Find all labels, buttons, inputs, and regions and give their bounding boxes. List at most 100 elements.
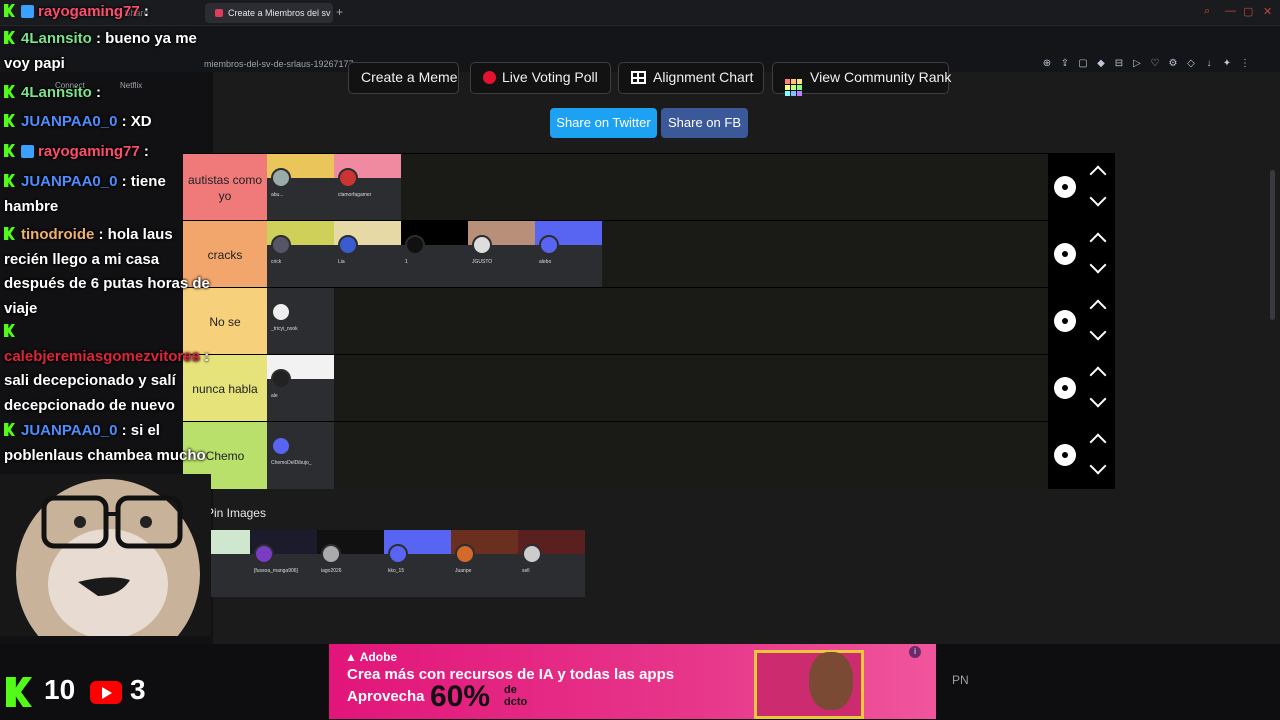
- menu-icon[interactable]: ⋮: [1236, 58, 1254, 69]
- close-icon[interactable]: ✕: [1263, 5, 1272, 18]
- ad-brand: ▲ Adobe: [345, 650, 398, 664]
- gear-icon[interactable]: [1054, 243, 1076, 265]
- share-twitter-button[interactable]: Share on Twitter: [550, 108, 657, 138]
- gear-icon[interactable]: [1054, 444, 1076, 466]
- bookmark-icon[interactable]: ⊟: [1110, 58, 1128, 69]
- pool-card[interactable]: Juanpe: [451, 530, 518, 597]
- shield-icon[interactable]: ◆: [1092, 58, 1110, 69]
- screen: ocu... tool for Share Create a Miembros …: [0, 0, 1280, 720]
- card-username: kko_15: [388, 568, 405, 574]
- zoom-icon[interactable]: ⊕: [1038, 58, 1056, 69]
- browser-tab-active[interactable]: Create a Miembros del sv: [205, 3, 333, 23]
- url-field[interactable]: miembros-del-sv-de-srlaus-19267177: [204, 59, 354, 69]
- pn-label: PN: [952, 673, 969, 687]
- live-voting-button[interactable]: Live Voting Poll: [470, 62, 611, 94]
- chat-username[interactable]: JUANPAA0_0: [21, 173, 117, 190]
- chat-username[interactable]: 4Lannsito: [21, 30, 92, 47]
- move-down-icon[interactable]: [1089, 256, 1107, 274]
- new-tab-icon[interactable]: +: [336, 5, 343, 19]
- screenshot-icon[interactable]: ▢: [1074, 58, 1092, 69]
- scrollbar[interactable]: [1270, 170, 1275, 320]
- card-username: ChemoDelDibujo_: [271, 460, 312, 466]
- tier-row: cracks crick Lia 1 JGUSTO alebo: [183, 220, 1115, 288]
- chat-username[interactable]: JUANPAA0_0: [21, 422, 117, 439]
- kick-badge-icon: [4, 4, 15, 17]
- create-meme-button[interactable]: Create a Meme: [348, 62, 459, 94]
- gear-icon[interactable]: [1054, 377, 1076, 399]
- tier-controls: [1048, 221, 1115, 288]
- move-up-icon[interactable]: [1089, 433, 1107, 451]
- kick-badge-icon: [4, 174, 15, 187]
- tier-card[interactable]: Lia: [334, 221, 401, 288]
- tier-card[interactable]: 1: [401, 221, 468, 288]
- community-rank-button[interactable]: View Community Rank: [772, 62, 952, 96]
- move-down-icon[interactable]: [1089, 323, 1107, 341]
- pool-card[interactable]: kko_15: [384, 530, 451, 597]
- maximize-icon[interactable]: ▢: [1243, 5, 1253, 18]
- chat-username[interactable]: tinodroide: [21, 226, 94, 243]
- chat-message: JUANPAA0_0 : XD: [4, 110, 216, 135]
- search-icon[interactable]: ⌕: [1204, 5, 1210, 18]
- ad-info-icon[interactable]: i: [909, 646, 921, 658]
- card-avatar: [271, 369, 291, 389]
- tier-card[interactable]: ale: [267, 355, 334, 422]
- tier-card[interactable]: ChemoDelDibujo_: [267, 422, 334, 489]
- card-username: [fussoa_manga906]: [254, 568, 298, 574]
- card-username: sell: [522, 568, 530, 574]
- move-up-icon[interactable]: [1089, 232, 1107, 250]
- chat-message: 4Lannsito :: [4, 81, 216, 106]
- adobe-ad-banner[interactable]: ▲ Adobe Crea más con recursos de IA y to…: [329, 644, 936, 719]
- kick-badge-icon: [4, 324, 15, 337]
- move-down-icon[interactable]: [1089, 189, 1107, 207]
- tier-card[interactable]: clamorfagamer: [334, 154, 401, 221]
- pin-images-label: Pin Images: [205, 506, 266, 520]
- chat-message: JUANPAA0_0 : tiene hambre: [4, 170, 216, 219]
- share-icon[interactable]: ⇪: [1056, 58, 1074, 69]
- card-username: ale: [271, 393, 278, 399]
- chat-username[interactable]: JUANPAA0_0: [21, 113, 117, 130]
- share-facebook-button[interactable]: Share on FB: [661, 108, 748, 138]
- ad-headline: Crea más con recursos de IA y todas las …: [347, 666, 675, 683]
- tier-card[interactable]: alebo: [535, 221, 602, 288]
- card-avatar: [338, 168, 358, 188]
- chat-username[interactable]: 4Lannsito: [21, 84, 92, 101]
- download-icon[interactable]: ↓: [1200, 58, 1218, 69]
- ai-icon[interactable]: ✦: [1218, 58, 1236, 69]
- move-up-icon[interactable]: [1089, 165, 1107, 183]
- card-avatar: [455, 544, 475, 564]
- chat-username[interactable]: calebjeremiasgomezvitores: [4, 348, 200, 365]
- pool-card[interactable]: [fussoa_manga906]: [250, 530, 317, 597]
- tier-row: nunca habla ale: [183, 354, 1115, 422]
- chat-username[interactable]: rayogaming77: [38, 3, 140, 20]
- gear-icon[interactable]: [1054, 176, 1076, 198]
- alignment-chart-label: Alignment Chart: [653, 69, 754, 85]
- play-icon[interactable]: ▷: [1128, 58, 1146, 69]
- tier-card[interactable]: _tricyi_nook: [267, 288, 334, 355]
- move-down-icon[interactable]: [1089, 457, 1107, 475]
- tier-controls: [1048, 422, 1115, 489]
- card-avatar: [522, 544, 542, 564]
- pool-card[interactable]: iago2026: [317, 530, 384, 597]
- alignment-chart-button[interactable]: Alignment Chart: [618, 62, 764, 94]
- move-up-icon[interactable]: [1089, 366, 1107, 384]
- pool-card[interactable]: sell: [518, 530, 585, 597]
- chat-text: : XD: [121, 113, 152, 130]
- card-avatar: [271, 436, 291, 456]
- community-rank-label: View Community Rank: [810, 69, 952, 85]
- chat-message: 4Lannsito : bueno ya me voy papi: [4, 27, 216, 76]
- extension-icon[interactable]: ⚙: [1164, 58, 1182, 69]
- minimize-icon[interactable]: —: [1225, 5, 1236, 17]
- move-down-icon[interactable]: [1089, 390, 1107, 408]
- tier-controls: [1048, 154, 1115, 221]
- tier-card[interactable]: abu...: [267, 154, 334, 221]
- heart-icon[interactable]: ♡: [1146, 58, 1164, 69]
- cube-icon[interactable]: ◇: [1182, 58, 1200, 69]
- chat-username[interactable]: rayogaming77: [38, 143, 140, 160]
- tier-card[interactable]: crick: [267, 221, 334, 288]
- move-up-icon[interactable]: [1089, 299, 1107, 317]
- tier-grid-icon: [785, 79, 802, 96]
- chat-text: :: [96, 84, 102, 101]
- gear-icon[interactable]: [1054, 310, 1076, 332]
- tier-card[interactable]: JGUSTO: [468, 221, 535, 288]
- card-username: clamorfagamer: [338, 192, 372, 198]
